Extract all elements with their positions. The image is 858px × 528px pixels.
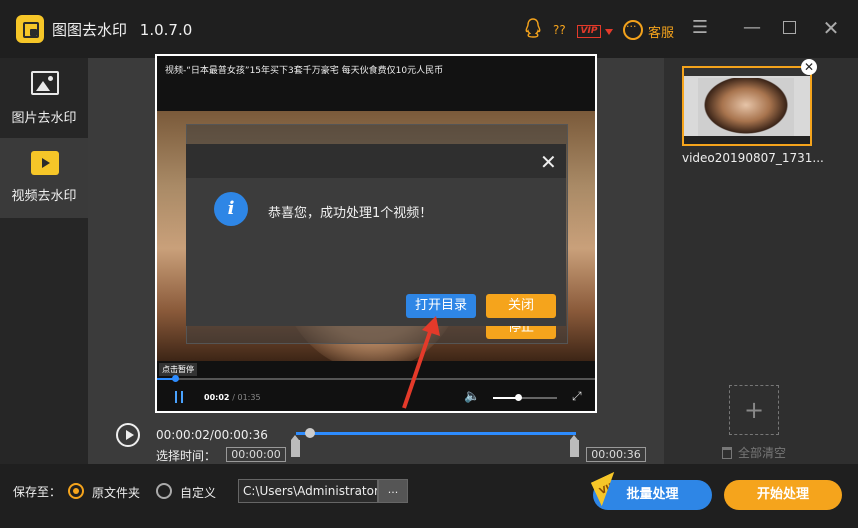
clear-all-button[interactable]: 全部清空 <box>722 444 786 461</box>
sidebar: 图片去水印 视频去水印 <box>0 58 88 464</box>
time-readout: 00:00:02/00:00:36 <box>156 428 268 442</box>
range-end-time[interactable]: 00:00:36 <box>586 447 646 462</box>
remove-file-icon[interactable]: ✕ <box>801 59 817 75</box>
image-icon <box>31 71 59 95</box>
radio-custom-folder-label[interactable]: 自定义 <box>180 484 216 501</box>
thumbnail-filename: video20190807_1731... <box>682 151 824 165</box>
save-to-label: 保存至： <box>13 485 62 499</box>
maximize-button[interactable] <box>777 16 801 40</box>
clear-all-label: 全部清空 <box>738 446 787 460</box>
app-logo-icon <box>16 15 44 43</box>
fullscreen-icon[interactable]: ⤢ <box>572 389 582 404</box>
radio-original-folder-label[interactable]: 原文件夹 <box>92 484 140 501</box>
stop-button: 停止 <box>486 325 556 339</box>
pause-hint: 点击暂停 <box>159 363 197 376</box>
range-start-time[interactable]: 00:00:00 <box>226 447 286 462</box>
radio-custom-folder[interactable] <box>156 483 172 499</box>
trash-icon <box>722 447 732 459</box>
close-dialog-button[interactable]: 关闭 <box>486 294 556 318</box>
info-icon: i <box>214 192 248 226</box>
play-button[interactable] <box>116 423 140 447</box>
app-version: 1.0.7.0 <box>139 21 193 39</box>
pause-icon[interactable] <box>175 391 183 403</box>
video-caption: 视频-“日本最普女孩”15年买下3套千万豪宅 每天伙食费仅10元人民币 <box>165 66 444 76</box>
video-progress-knob[interactable] <box>172 375 179 382</box>
video-controls: 点击暂停 00:02 / 01:35 🔈 ⤢ <box>157 361 595 411</box>
browse-button[interactable]: ... <box>378 479 408 503</box>
app-title: 图图去水印 1.0.7.0 <box>52 19 192 40</box>
video-header: 视频-“日本最普女孩”15年买下3套千万豪宅 每天伙食费仅10元人民币 <box>157 56 595 111</box>
sidebar-item-label: 图片去水印 <box>11 111 77 126</box>
video-current-time: 00:02 <box>204 393 230 402</box>
video-time: 00:02 / 01:35 <box>204 393 261 402</box>
dialog-close-icon[interactable]: ✕ <box>540 150 557 174</box>
select-time-label: 选择时间： <box>156 449 217 463</box>
qq-icon[interactable] <box>524 18 544 42</box>
time-range-track[interactable] <box>296 432 576 435</box>
add-file-button[interactable]: + <box>729 385 779 435</box>
vip-badge[interactable]: VIP <box>577 25 601 38</box>
customer-service-label[interactable]: 客服 <box>648 22 674 41</box>
video-thumbnail[interactable] <box>682 66 812 146</box>
help-text[interactable]: ?? <box>553 18 566 42</box>
start-process-button[interactable]: 开始处理 <box>724 480 842 510</box>
radio-original-folder[interactable] <box>68 483 84 499</box>
dialog-header <box>186 144 566 178</box>
volume-slider[interactable] <box>493 394 557 401</box>
batch-process-button[interactable]: 批量处理 <box>593 480 712 510</box>
volume-knob[interactable] <box>515 394 522 401</box>
video-total-time: / 01:35 <box>232 393 261 402</box>
range-end-handle[interactable] <box>570 435 579 457</box>
video-progress-bar[interactable] <box>157 375 595 382</box>
window-close-button[interactable]: ✕ <box>819 16 843 40</box>
app-name: 图图去水印 <box>52 21 128 39</box>
sidebar-item-image-watermark[interactable]: 图片去水印 <box>0 58 88 138</box>
sidebar-item-label: 视频去水印 <box>11 189 77 204</box>
playhead-knob[interactable] <box>305 428 315 438</box>
customer-service-icon[interactable] <box>623 20 643 40</box>
success-dialog: ✕ i 恭喜您，成功处理1个视频！ 打开目录 关闭 <box>186 144 566 326</box>
menu-icon[interactable]: ☰ <box>688 16 712 40</box>
minimize-button[interactable]: — <box>740 16 764 40</box>
output-path-field[interactable]: C:\Users\Administrator <box>238 479 378 503</box>
sidebar-item-video-watermark[interactable]: 视频去水印 <box>0 138 88 218</box>
volume-icon[interactable]: 🔈 <box>464 389 480 404</box>
annotation-arrow-icon <box>402 316 440 409</box>
video-icon <box>31 151 59 175</box>
range-start-handle[interactable] <box>291 435 300 457</box>
vip-dropdown-icon[interactable] <box>605 29 613 35</box>
dialog-message: 恭喜您，成功处理1个视频！ <box>268 206 433 221</box>
